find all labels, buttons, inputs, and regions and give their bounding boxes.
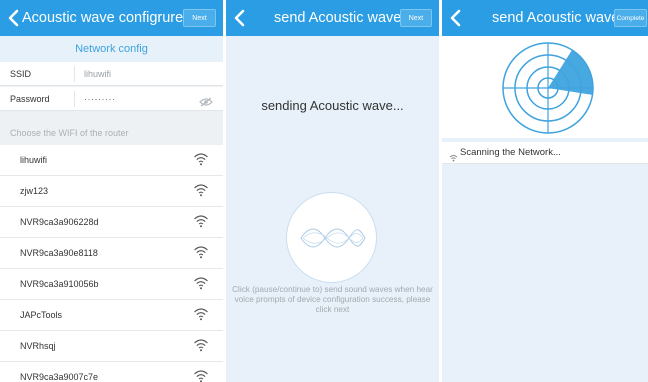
sending-status: sending Acoustic wave... bbox=[261, 98, 404, 113]
next-button[interactable]: Next bbox=[183, 9, 216, 27]
wifi-network-row[interactable]: NVR9ca3a906228d bbox=[0, 207, 223, 238]
sound-wave-button[interactable] bbox=[286, 192, 377, 283]
wifi-network-name: NVRhsqj bbox=[20, 341, 56, 351]
wifi-list: lihuwifi zjw123 NVR9ca3a906228d NVR9ca3a90e… bbox=[0, 145, 223, 382]
wifi-network-name: lihuwifi bbox=[20, 155, 48, 165]
ssid-input[interactable]: lihuwifi bbox=[84, 62, 111, 86]
wifi-network-row[interactable]: zjw123 bbox=[0, 176, 223, 207]
divider bbox=[74, 91, 75, 107]
wifi-network-name: NVR9ca3a910056b bbox=[20, 279, 99, 289]
scanning-screen: send Acoustic wave Complete Scanning the… bbox=[442, 0, 648, 382]
wifi-network-row[interactable]: NVR9ca3a910056b bbox=[0, 269, 223, 300]
wifi-signal-icon bbox=[193, 276, 209, 295]
wifi-network-name: JAPcTools bbox=[20, 310, 63, 320]
wifi-signal-icon bbox=[193, 245, 209, 264]
scan-status-text: Scanning the Network... bbox=[460, 147, 561, 158]
back-arrow-icon[interactable] bbox=[447, 7, 467, 29]
send-acoustic-wave-screen: send Acoustic wave Next sending Acoustic… bbox=[226, 0, 439, 382]
wifi-network-row[interactable]: lihuwifi bbox=[0, 145, 223, 176]
page-title: Acoustic wave configrure bbox=[22, 10, 184, 26]
network-config-screen: Acoustic wave configrure Next Network co… bbox=[0, 0, 223, 382]
instruction-text: Click (pause/continue to) send sound wav… bbox=[232, 285, 433, 314]
next-button[interactable]: Next bbox=[400, 9, 432, 27]
radar-icon bbox=[502, 42, 594, 134]
wifi-scan-icon bbox=[449, 149, 458, 167]
wifi-network-name: NVR9ca3a90e8118 bbox=[20, 248, 98, 258]
password-input[interactable]: ········· bbox=[84, 87, 115, 111]
page-title: send Acoustic wave bbox=[492, 10, 620, 26]
wifi-network-row[interactable]: JAPcTools bbox=[0, 300, 223, 331]
choose-wifi-label: Choose the WIFI of the router bbox=[10, 128, 129, 138]
top-bar: Acoustic wave configrure Next bbox=[0, 0, 223, 36]
wifi-signal-icon bbox=[193, 183, 209, 202]
wifi-signal-icon bbox=[193, 338, 209, 357]
top-bar: send Acoustic wave Next bbox=[226, 0, 439, 36]
sound-wave-icon bbox=[300, 228, 366, 248]
wifi-network-name: NVR9ca3a9007c7e bbox=[20, 372, 99, 382]
page-title: send Acoustic wave bbox=[274, 10, 402, 26]
ssid-row: SSID lihuwifi bbox=[0, 62, 223, 86]
wifi-signal-icon bbox=[193, 152, 209, 171]
password-row: Password ········· bbox=[0, 87, 223, 111]
eye-toggle-icon[interactable] bbox=[199, 94, 213, 112]
password-label: Password bbox=[10, 94, 50, 104]
divider bbox=[74, 66, 75, 82]
radar-area bbox=[442, 36, 648, 138]
wifi-network-row[interactable]: NVR9ca3a9007c7e bbox=[0, 362, 223, 382]
wifi-network-name: NVR9ca3a906228d bbox=[20, 217, 99, 227]
wifi-signal-icon bbox=[193, 307, 209, 326]
back-arrow-icon[interactable] bbox=[231, 7, 251, 29]
wifi-network-name: zjw123 bbox=[20, 186, 49, 196]
complete-button[interactable]: Complete bbox=[614, 9, 647, 27]
wifi-network-row[interactable]: NVR9ca3a90e8118 bbox=[0, 238, 223, 269]
top-bar: send Acoustic wave Complete bbox=[442, 0, 648, 36]
scan-status-row: Scanning the Network... bbox=[442, 142, 648, 164]
wifi-network-row[interactable]: NVRhsqj bbox=[0, 331, 223, 362]
section-title: Network config bbox=[0, 36, 223, 62]
wifi-signal-icon bbox=[193, 214, 209, 233]
ssid-label: SSID bbox=[10, 69, 32, 79]
wifi-signal-icon bbox=[193, 369, 209, 382]
